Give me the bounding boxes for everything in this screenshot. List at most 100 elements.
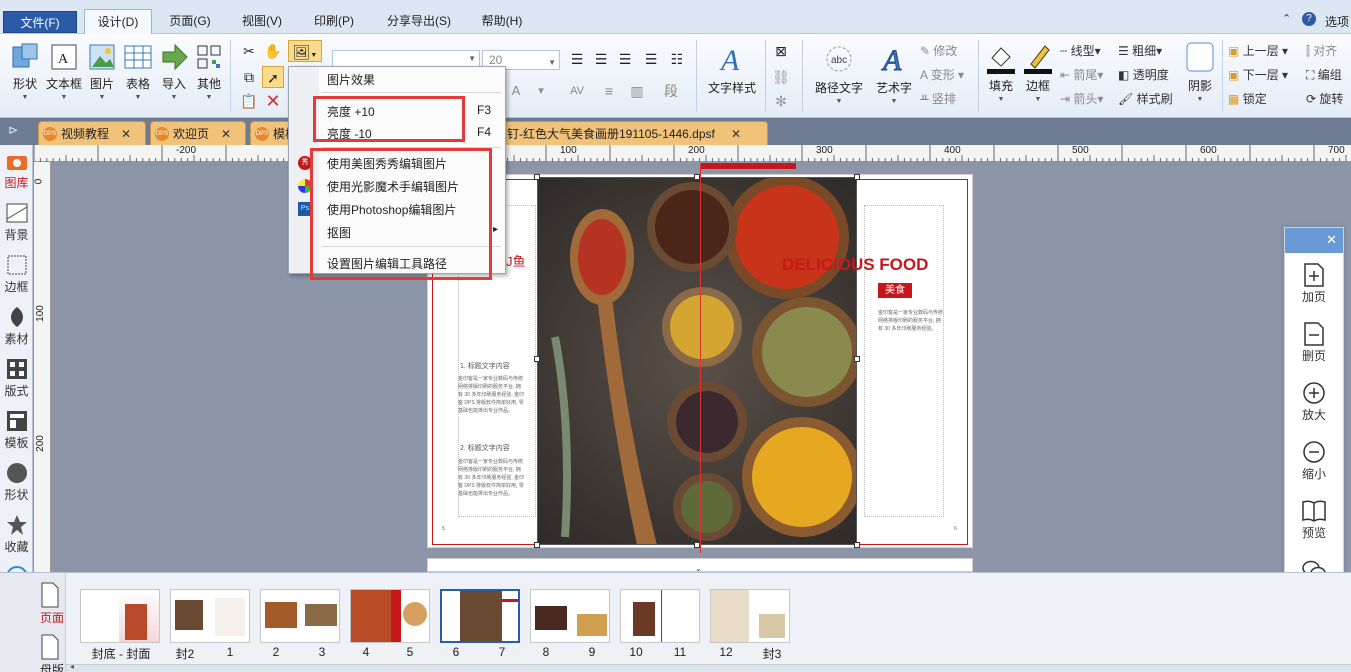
thumb-spread-4-5[interactable] — [350, 589, 430, 643]
lock-button[interactable]: ▦ 锁定 — [1228, 88, 1267, 110]
tab-video-tutorial[interactable]: DPS 视频教程 ✕ — [38, 121, 146, 145]
transform-button[interactable]: A 变形 ▾ — [920, 64, 964, 86]
textbox-button[interactable]: A 文本框 ▼ — [44, 42, 84, 101]
arrow-head-button[interactable]: ⇥ 箭头▾ — [1060, 88, 1103, 110]
left-background-button[interactable]: 背景 — [0, 201, 33, 243]
left-shape-button[interactable]: 形状 — [0, 461, 33, 503]
paragraph-icon[interactable]: 段 — [660, 80, 682, 102]
fill-button[interactable]: 填充 ▼ — [982, 40, 1020, 103]
menu-tab-view[interactable]: 视图(V) — [230, 9, 294, 34]
align-right-icon[interactable]: ☰ — [614, 48, 636, 70]
preview-button[interactable]: 预览 — [1285, 498, 1343, 541]
group-button[interactable]: ⛶ 编组 — [1306, 64, 1342, 86]
paste-icon[interactable]: 📋 — [238, 90, 260, 112]
table-button[interactable]: 表格 ▼ — [120, 42, 156, 101]
add-page-button[interactable]: 加页 — [1285, 262, 1343, 305]
menu-tab-help[interactable]: 帮助(H) — [470, 9, 534, 34]
zoom-in-button[interactable]: 放大 — [1285, 380, 1343, 423]
copy-icon[interactable]: ⧉ — [238, 66, 260, 88]
page-mode-button[interactable]: 页面 — [40, 581, 64, 626]
menu-tab-print[interactable]: 印刷(P) — [302, 9, 366, 34]
menu-tab-design[interactable]: 设计(D) — [84, 9, 152, 34]
options-button[interactable]: 选项 — [1325, 13, 1349, 30]
align-button[interactable]: ⫿ 对齐 — [1306, 40, 1337, 62]
zoom-out-button[interactable]: 缩小 — [1285, 439, 1343, 482]
bold-weight-button[interactable]: ☰ 粗细▾ — [1118, 40, 1162, 62]
thumb-cover[interactable] — [80, 589, 160, 643]
tab-welcome[interactable]: DPS 欢迎页 ✕ — [150, 121, 246, 145]
close-icon[interactable]: ✕ — [121, 122, 131, 145]
resize-handle[interactable] — [534, 174, 540, 180]
thumb-spread-2-3[interactable] — [260, 589, 340, 643]
resize-handle[interactable] — [534, 356, 540, 362]
help-icon[interactable]: ? — [1302, 12, 1316, 26]
thumb-spread-2-1[interactable] — [170, 589, 250, 643]
master-mode-button[interactable]: 母版 — [40, 633, 64, 672]
format-brush-button[interactable]: 🖌 样式刷 — [1118, 88, 1173, 110]
art-text-button[interactable]: A 艺术字 ▼ — [870, 42, 918, 106]
menu-tab-share-export[interactable]: 分享导出(S) — [374, 9, 464, 34]
cut-icon[interactable]: ✂ — [238, 40, 260, 62]
select-pointer-icon[interactable]: ➚ — [262, 66, 284, 88]
rotate-button[interactable]: ⟳ 旋转 — [1306, 88, 1343, 110]
columns-icon[interactable]: ▥ — [626, 80, 648, 102]
insert-symbol-icon[interactable]: ⊠ — [770, 40, 792, 62]
left-border-button[interactable]: 边框 — [0, 253, 33, 295]
line-spacing-icon[interactable]: ≡ — [598, 80, 620, 102]
distribute-icon[interactable]: ☷ — [666, 48, 688, 70]
char-spacing-icon[interactable]: AV — [566, 80, 588, 102]
image-button[interactable]: 图片 ▼ — [86, 42, 118, 101]
align-left-icon[interactable]: ☰ — [566, 48, 588, 70]
thumb-spread-8-9[interactable] — [530, 589, 610, 643]
font-color-icon[interactable]: A — [505, 80, 527, 102]
collapse-ribbon-icon[interactable]: ⌃ — [1282, 12, 1291, 25]
spice-photo[interactable] — [537, 177, 857, 545]
left-template-button[interactable]: 模板 — [0, 409, 33, 451]
font-color-dropdown-icon[interactable]: ▾ — [530, 80, 552, 102]
arrow-end-button[interactable]: ⇤ 箭尾▾ — [1060, 64, 1103, 86]
menu-file[interactable]: 文件(F) — [3, 11, 77, 33]
unlink-icon[interactable]: ✻ — [770, 90, 792, 112]
menu-tab-page[interactable]: 页面(G) — [158, 9, 222, 34]
spread-page[interactable]: J鱼 1. 标题文字内容 金印客是一家专业数码与传统 网络排版印刷的服务平台, 拥… — [427, 163, 973, 553]
justify-icon[interactable]: ☰ — [640, 48, 662, 70]
tab-current-document[interactable]: 钉-红色大气美食画册191105-1446.dpsf ✕ — [490, 121, 768, 145]
shadow-button[interactable]: 阴影 ▼ — [1182, 40, 1218, 103]
bring-up-button[interactable]: ▣ 上一层 ▾ — [1228, 40, 1288, 62]
thumb-spread-10-11[interactable] — [620, 589, 700, 643]
close-panel-icon[interactable]: ✕ — [1326, 232, 1337, 248]
text-style-button[interactable]: A 文字样式 — [704, 42, 760, 96]
delete-icon[interactable]: ✕ — [262, 90, 284, 112]
image-effect-dropdown[interactable]: 🖼▼ — [288, 40, 322, 62]
border-button[interactable]: 边框 ▼ — [1020, 40, 1056, 103]
other-button[interactable]: 其他 ▼ — [192, 42, 226, 101]
design-canvas[interactable]: J鱼 1. 标题文字内容 金印客是一家专业数码与传统 网络排版印刷的服务平台, 拥… — [52, 162, 1351, 572]
left-layout-button[interactable]: 版式 — [0, 357, 33, 399]
resize-handle[interactable] — [854, 542, 860, 548]
line-type-button[interactable]: ┄ 线型▾ — [1060, 40, 1101, 62]
link-icon[interactable]: ⛓ — [770, 66, 792, 88]
shape-button[interactable]: 形状 ▼ — [6, 42, 44, 101]
transparency-button[interactable]: ◧ 透明度 — [1118, 64, 1169, 86]
thumb-scrollbar[interactable]: ◂ — [66, 662, 1351, 672]
vertical-button[interactable]: ᚇ 竖排 — [920, 88, 956, 110]
resize-handle[interactable] — [854, 174, 860, 180]
left-gallery-button[interactable]: 图库 — [0, 149, 33, 191]
left-favorite-button[interactable]: 收藏 — [0, 513, 33, 555]
resize-handle[interactable] — [854, 356, 860, 362]
align-center-icon[interactable]: ☰ — [590, 48, 612, 70]
delete-page-button[interactable]: 删页 — [1285, 321, 1343, 364]
modify-button[interactable]: ✎ 修改 — [920, 40, 957, 62]
resize-handle[interactable] — [534, 542, 540, 548]
thumb-spread-12-back[interactable] — [710, 589, 790, 643]
close-icon[interactable]: ✕ — [731, 122, 741, 145]
pan-hand-icon[interactable]: ✋ — [262, 40, 284, 62]
toggle-panel-icon[interactable]: ⊳ — [8, 123, 18, 137]
left-material-button[interactable]: 素材 — [0, 305, 33, 347]
path-text-button[interactable]: abc 路径文字 ▼ — [810, 42, 868, 105]
thumb-spread-6-7-selected[interactable] — [440, 589, 520, 643]
import-button[interactable]: 导入 ▼ — [158, 42, 190, 101]
scroll-left-icon[interactable]: ◂ — [70, 662, 74, 671]
close-icon[interactable]: ✕ — [221, 122, 231, 145]
send-down-button[interactable]: ▣ 下一层 ▾ — [1228, 64, 1288, 86]
